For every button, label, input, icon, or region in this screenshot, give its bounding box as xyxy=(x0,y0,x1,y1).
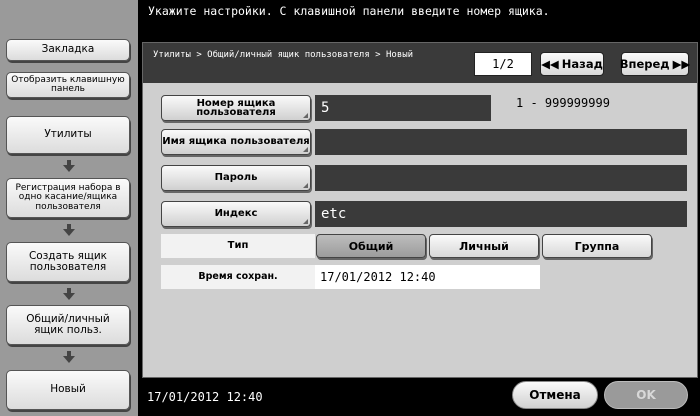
box-number-field[interactable]: 5 xyxy=(315,95,491,121)
type-group-option[interactable]: Группа xyxy=(542,234,652,258)
storage-time-value: 17/01/2012 12:40 xyxy=(315,265,540,289)
box-number-range: 1 - 999999999 xyxy=(516,96,610,110)
box-name-field[interactable] xyxy=(315,129,687,155)
down-arrow-icon xyxy=(62,288,76,300)
password-button[interactable]: Пароль xyxy=(161,165,311,191)
settings-panel: Утилиты > Общий/личный ящик пользователя… xyxy=(142,42,698,378)
back-button-label: Назад xyxy=(561,57,603,71)
back-button[interactable]: ◀◀ Назад xyxy=(540,52,604,76)
instruction-message: Укажите настройки. С клавишной панели вв… xyxy=(142,0,700,34)
page-indicator: 1/2 xyxy=(474,52,532,76)
forward-button[interactable]: Вперед ▶▶ xyxy=(619,52,691,76)
cancel-button[interactable]: Отмена xyxy=(512,381,598,409)
down-arrow-icon xyxy=(62,224,76,236)
down-arrow-icon xyxy=(62,351,76,363)
down-arrow-icon xyxy=(62,160,76,172)
type-public-option[interactable]: Общий xyxy=(316,234,426,258)
double-right-arrow-icon: ▶▶ xyxy=(672,57,691,71)
storage-time-label: Время сохран. xyxy=(161,265,315,289)
box-number-button[interactable]: Номер ящика пользователя xyxy=(161,95,311,121)
type-private-option[interactable]: Личный xyxy=(429,234,539,258)
step-create-user-box[interactable]: Создать ящик пользователя xyxy=(6,242,130,282)
status-bar: 17/01/2012 12:40 Отмена OK xyxy=(142,380,698,416)
show-keypad-button[interactable]: Отобразить клавишную панель xyxy=(6,72,130,98)
step-one-touch-box-registration[interactable]: Регистрация набора в одно касание/ящика … xyxy=(6,178,130,218)
step-utilities[interactable]: Утилиты xyxy=(6,116,130,154)
box-name-button[interactable]: Имя ящика пользователя xyxy=(161,129,311,155)
ok-button[interactable]: OK xyxy=(604,381,688,409)
type-label: Тип xyxy=(161,234,315,258)
current-datetime: 17/01/2012 12:40 xyxy=(147,390,263,404)
password-field[interactable] xyxy=(315,165,687,191)
index-button[interactable]: Индекс xyxy=(161,201,311,227)
double-left-arrow-icon: ◀◀ xyxy=(541,57,559,71)
panel-header: Утилиты > Общий/личный ящик пользователя… xyxy=(143,43,697,83)
breadcrumb: Утилиты > Общий/личный ящик пользователя… xyxy=(153,50,414,60)
step-public-private-box[interactable]: Общий/личный ящик польз. xyxy=(6,305,130,345)
sidebar: Закладка Отобразить клавишную панель Ути… xyxy=(0,0,138,416)
step-new[interactable]: Новый xyxy=(6,370,130,410)
forward-button-label: Вперед xyxy=(619,57,670,71)
bookmark-button[interactable]: Закладка xyxy=(6,39,130,61)
index-field[interactable]: etc xyxy=(315,201,687,227)
